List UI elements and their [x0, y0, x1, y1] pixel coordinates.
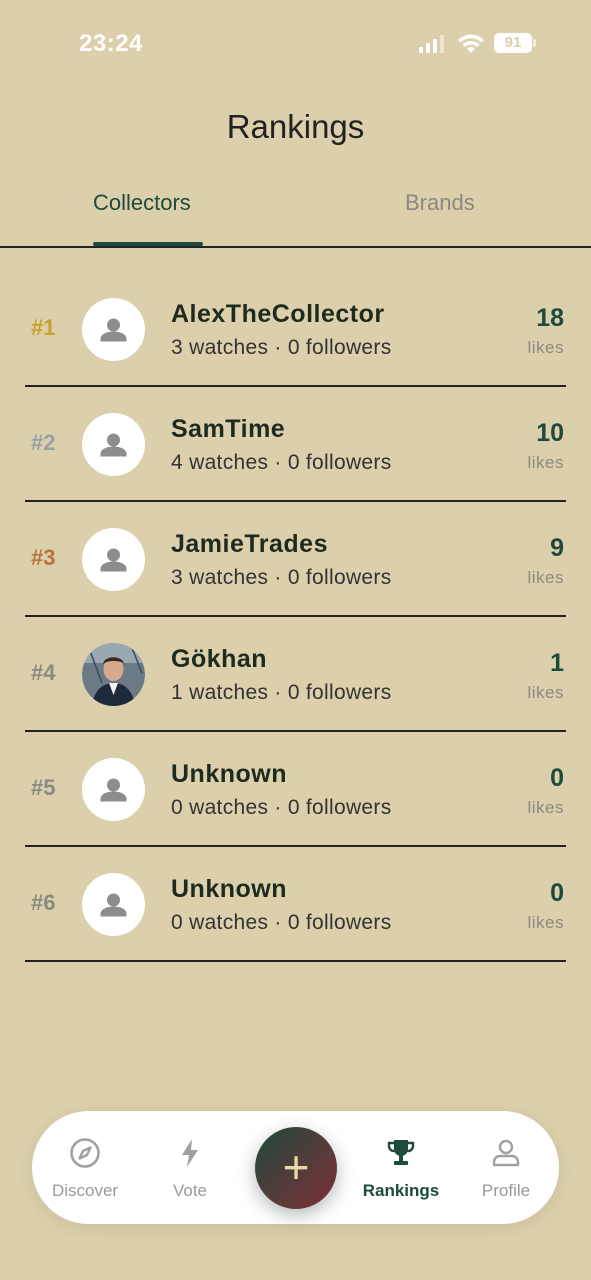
- rank-number: #6: [31, 890, 56, 915]
- avatar[interactable]: [82, 758, 145, 821]
- ranking-row[interactable]: #1 AlexTheCollector 3 watches · 0 follow…: [25, 272, 566, 387]
- rank-number: #2: [31, 430, 56, 455]
- nav-discover[interactable]: Discover: [35, 1111, 135, 1224]
- avatar[interactable]: [82, 298, 145, 361]
- user-photo: [82, 643, 145, 706]
- likes-count: 0: [550, 764, 564, 792]
- ranking-row[interactable]: #6 Unknown 0 watches · 0 followers 0 lik…: [25, 847, 566, 962]
- ranking-row[interactable]: #4 Gökhan 1 watches · 0 followers 1 like…: [25, 617, 566, 732]
- cellular-signal-icon: [419, 35, 444, 53]
- wifi-icon: [458, 34, 484, 53]
- user-placeholder-icon: [100, 548, 127, 572]
- status-bar: 23:24 91: [0, 0, 591, 88]
- ranking-row[interactable]: #2 SamTime 4 watches · 0 followers 10 li…: [25, 387, 566, 502]
- user-placeholder-icon: [100, 318, 127, 342]
- battery-icon: 91: [494, 33, 536, 53]
- trophy-icon: [387, 1140, 415, 1165]
- rank-number: #1: [31, 315, 56, 340]
- nav-rankings-label: Rankings: [362, 1181, 440, 1200]
- collector-stats: 1 watches · 0 followers: [171, 681, 392, 704]
- likes-label: likes: [527, 338, 564, 357]
- collector-name[interactable]: Unknown: [171, 875, 287, 904]
- collector-stats: 3 watches · 0 followers: [171, 336, 392, 359]
- collector-name[interactable]: AlexTheCollector: [171, 300, 385, 329]
- nav-rankings[interactable]: Rankings: [351, 1111, 451, 1224]
- likes-label: likes: [527, 683, 564, 702]
- collector-stats: 0 watches · 0 followers: [171, 911, 392, 934]
- likes-label: likes: [527, 798, 564, 817]
- likes-count: 10: [536, 419, 564, 447]
- ranking-row[interactable]: #5 Unknown 0 watches · 0 followers 0 lik…: [25, 732, 566, 847]
- bolt-icon: [182, 1139, 198, 1167]
- collector-name[interactable]: JamieTrades: [171, 530, 328, 559]
- user-placeholder-icon: [100, 893, 127, 917]
- rankings-list: #1 AlexTheCollector 3 watches · 0 follow…: [25, 272, 566, 962]
- user-placeholder-icon: [100, 778, 127, 802]
- likes-count: 0: [550, 879, 564, 907]
- likes-label: likes: [527, 568, 564, 587]
- rank-number: #4: [31, 660, 56, 685]
- ranking-row[interactable]: #3 JamieTrades 3 watches · 0 followers 9…: [25, 502, 566, 617]
- user-placeholder-icon: [100, 433, 127, 457]
- avatar[interactable]: [82, 413, 145, 476]
- active-tab-indicator: [93, 242, 203, 246]
- collector-name[interactable]: Gökhan: [171, 645, 267, 674]
- status-time: 23:24: [79, 30, 143, 57]
- rank-number: #3: [31, 545, 56, 570]
- nav-profile-label: Profile: [481, 1181, 531, 1200]
- add-button[interactable]: +: [255, 1127, 337, 1209]
- collector-name[interactable]: Unknown: [171, 760, 287, 789]
- tab-bar: Collectors Brands: [0, 190, 591, 248]
- page-title: Rankings: [226, 108, 365, 145]
- person-icon: [492, 1139, 520, 1167]
- nav-vote[interactable]: Vote: [140, 1111, 240, 1224]
- battery-level: 91: [504, 34, 522, 51]
- tab-brands[interactable]: Brands: [405, 190, 475, 216]
- nav-vote-label: Vote: [172, 1181, 208, 1200]
- collector-stats: 3 watches · 0 followers: [171, 566, 392, 589]
- likes-count: 1: [550, 649, 564, 677]
- avatar[interactable]: [82, 528, 145, 591]
- tab-collectors[interactable]: Collectors: [93, 190, 191, 216]
- nav-discover-label: Discover: [51, 1181, 119, 1200]
- avatar[interactable]: [82, 873, 145, 936]
- plus-icon: +: [282, 1141, 310, 1193]
- collector-stats: 0 watches · 0 followers: [171, 796, 392, 819]
- rank-number: #5: [31, 775, 56, 800]
- likes-label: likes: [527, 913, 564, 932]
- likes-label: likes: [527, 453, 564, 472]
- avatar[interactable]: [82, 643, 145, 706]
- collector-stats: 4 watches · 0 followers: [171, 451, 392, 474]
- nav-profile[interactable]: Profile: [456, 1111, 556, 1224]
- collector-name[interactable]: SamTime: [171, 415, 285, 444]
- likes-count: 9: [550, 534, 564, 562]
- compass-icon: [70, 1138, 100, 1168]
- likes-count: 18: [536, 304, 564, 332]
